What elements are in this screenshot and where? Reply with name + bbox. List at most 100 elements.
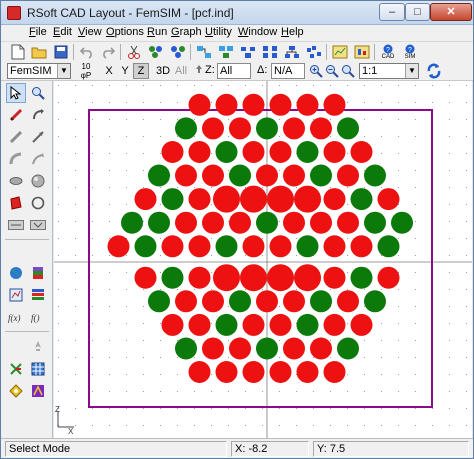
launch-icon[interactable] <box>28 337 48 357</box>
red-hole[interactable] <box>134 188 157 211</box>
chart-icon[interactable] <box>305 43 323 61</box>
red-hole[interactable] <box>323 188 346 211</box>
red-hole[interactable] <box>242 361 265 383</box>
cut-icon[interactable] <box>125 43 143 61</box>
function2-icon[interactable]: f() <box>28 307 48 327</box>
arc-icon[interactable] <box>6 149 26 169</box>
red-hole[interactable] <box>337 290 359 313</box>
red-hole[interactable] <box>350 235 373 258</box>
axis-x-button[interactable]: X <box>101 63 117 79</box>
red-hole[interactable] <box>294 185 321 213</box>
ungroup-icon[interactable] <box>217 43 235 61</box>
red-hole[interactable] <box>240 185 267 213</box>
rotate-icon[interactable] <box>28 105 48 125</box>
red-hole[interactable] <box>269 235 292 258</box>
green-hole[interactable] <box>121 211 143 234</box>
menu-options[interactable]: Options <box>106 26 144 38</box>
red-hole[interactable] <box>350 313 373 336</box>
red-hole[interactable] <box>202 337 224 360</box>
red-hole[interactable] <box>269 141 292 163</box>
red-hole[interactable] <box>283 164 305 187</box>
view-direction-button[interactable]: 10 φP <box>78 62 94 80</box>
maximize-button[interactable]: □ <box>405 3 430 21</box>
delta-field[interactable]: N/A <box>271 63 305 79</box>
network-icon[interactable] <box>6 359 26 379</box>
red-hole[interactable] <box>294 264 321 292</box>
zoom-window-icon[interactable] <box>339 62 357 80</box>
3d-view-button[interactable]: 3D <box>153 63 173 79</box>
axis-z-button[interactable]: Z <box>133 63 149 79</box>
green-hole[interactable] <box>377 235 400 258</box>
align-icon[interactable] <box>239 43 257 61</box>
group-icon[interactable] <box>195 43 213 61</box>
green-hole[interactable] <box>350 266 373 289</box>
green-hole[interactable] <box>391 211 413 234</box>
sphere-icon[interactable] <box>28 171 48 191</box>
green-hole[interactable] <box>296 235 319 258</box>
red-hole[interactable] <box>175 164 197 187</box>
menu-file[interactable]: File <box>29 26 47 38</box>
text-label-icon[interactable] <box>6 215 26 235</box>
green-hole[interactable] <box>256 117 278 140</box>
red-hole[interactable] <box>310 117 332 140</box>
hierarchy-icon[interactable] <box>283 43 301 61</box>
curved-arrow-icon[interactable] <box>28 149 48 169</box>
grid-icon[interactable] <box>28 359 48 379</box>
zoom-ratio-select[interactable]: 1:1 ▼ <box>359 63 419 79</box>
segment-icon[interactable] <box>6 105 26 125</box>
red-hole[interactable] <box>134 266 157 289</box>
minimize-button[interactable]: – <box>379 3 405 21</box>
red-hole[interactable] <box>175 290 197 313</box>
green-hole[interactable] <box>215 313 238 336</box>
green-hole[interactable] <box>310 164 332 187</box>
green-hole[interactable] <box>215 141 238 163</box>
red-hole[interactable] <box>377 188 400 211</box>
red-hole[interactable] <box>240 264 267 292</box>
red-hole[interactable] <box>269 361 292 383</box>
menu-window[interactable]: Window <box>238 26 277 38</box>
ellipse-icon[interactable] <box>6 171 26 191</box>
red-hole[interactable] <box>188 266 211 289</box>
menu-help[interactable]: Help <box>281 26 304 38</box>
red-hole[interactable] <box>229 117 251 140</box>
green-hole[interactable] <box>296 141 319 163</box>
green-hole[interactable] <box>229 164 251 187</box>
green-hole[interactable] <box>337 337 359 360</box>
red-hole[interactable] <box>337 211 359 234</box>
title-bar[interactable]: RSoft CAD Layout - FemSIM - [pcf.ind] – … <box>1 1 473 25</box>
green-hole[interactable] <box>337 117 359 140</box>
red-hole[interactable] <box>202 211 224 234</box>
red-hole[interactable] <box>215 93 238 116</box>
paste-icon[interactable] <box>169 43 187 61</box>
aperture-icon[interactable] <box>6 381 26 401</box>
layout-drawing[interactable]: Z X <box>54 81 472 438</box>
red-hole[interactable] <box>256 290 278 313</box>
menu-run[interactable]: Run <box>147 26 167 38</box>
green-hole[interactable] <box>134 235 157 258</box>
red-hole[interactable] <box>202 290 224 313</box>
green-hole[interactable] <box>175 337 197 360</box>
green-hole[interactable] <box>161 266 184 289</box>
layout-canvas[interactable]: Z X <box>54 81 472 438</box>
polygon-icon[interactable] <box>6 193 26 213</box>
menu-graph[interactable]: Graph <box>171 26 202 38</box>
red-hole[interactable] <box>283 337 305 360</box>
green-hole[interactable] <box>296 313 319 336</box>
close-button[interactable]: ✕ <box>430 3 472 21</box>
select-arrow-icon[interactable] <box>6 83 26 103</box>
red-hole[interactable] <box>267 264 294 292</box>
variable-icon[interactable] <box>28 215 48 235</box>
green-hole[interactable] <box>364 211 386 234</box>
zoom-icon[interactable] <box>28 83 48 103</box>
red-hole[interactable] <box>296 93 319 116</box>
red-hole[interactable] <box>188 93 211 116</box>
red-hole[interactable] <box>229 211 251 234</box>
copy-icon[interactable] <box>147 43 165 61</box>
red-hole[interactable] <box>202 117 224 140</box>
green-hole[interactable] <box>350 188 373 211</box>
red-hole[interactable] <box>323 235 346 258</box>
red-hole[interactable] <box>188 361 211 383</box>
red-hole[interactable] <box>323 266 346 289</box>
axis-y-button[interactable]: Y <box>117 63 133 79</box>
red-hole[interactable] <box>269 93 292 116</box>
